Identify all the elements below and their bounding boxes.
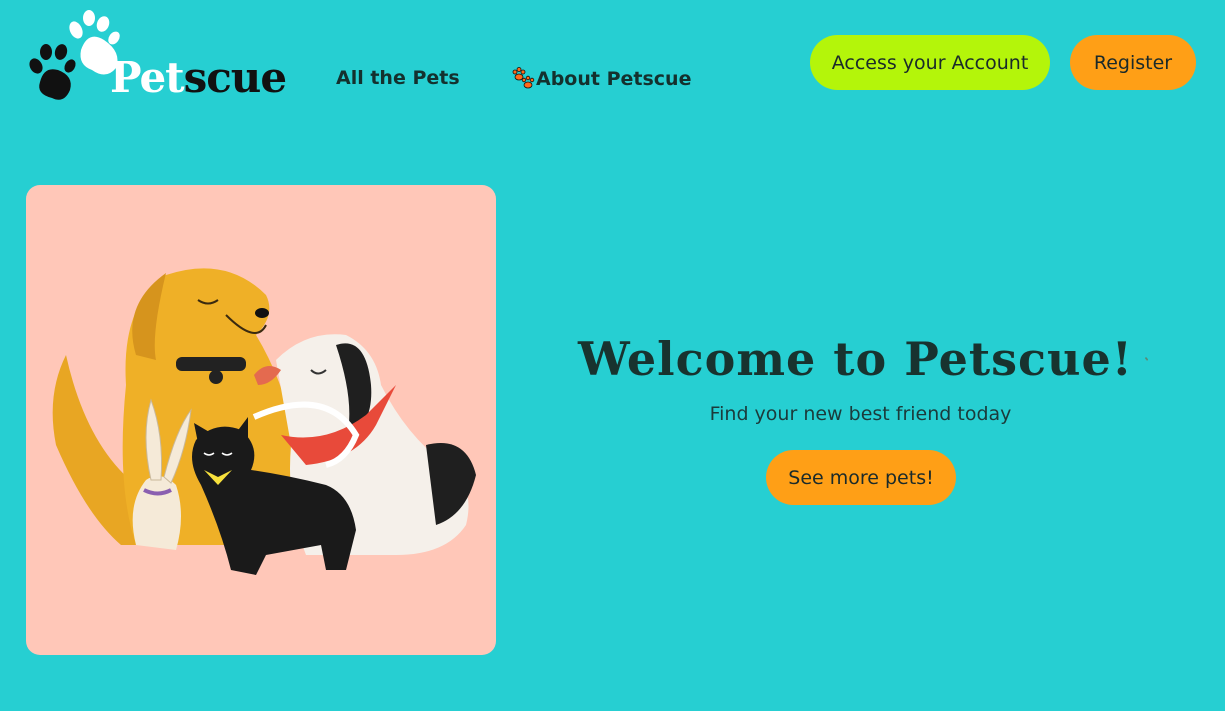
nav-all-pets[interactable]: All the Pets bbox=[336, 67, 460, 89]
register-button[interactable]: Register bbox=[1070, 35, 1196, 90]
see-more-pets-button[interactable]: See more pets! bbox=[766, 450, 956, 505]
logo-suffix: scue bbox=[183, 53, 287, 102]
nav-about-label: About Petscue bbox=[536, 68, 692, 90]
paw-icon bbox=[512, 67, 535, 89]
nav-about-petscue[interactable]: About Petscue bbox=[511, 67, 691, 91]
logo-wordmark: Petscue bbox=[110, 53, 287, 102]
paw-icon bbox=[1145, 357, 1148, 361]
site-logo[interactable]: Petscue bbox=[26, 10, 287, 104]
access-account-button[interactable]: Access your Account bbox=[810, 35, 1050, 90]
welcome-heading-row: Welcome to Petscue! bbox=[578, 330, 1148, 388]
logo-prefix: Pet bbox=[110, 53, 185, 102]
welcome-subtitle: Find your new best friend today bbox=[709, 403, 1012, 425]
hero-illustration bbox=[26, 185, 496, 655]
welcome-title: Welcome to Petscue! bbox=[578, 332, 1133, 386]
